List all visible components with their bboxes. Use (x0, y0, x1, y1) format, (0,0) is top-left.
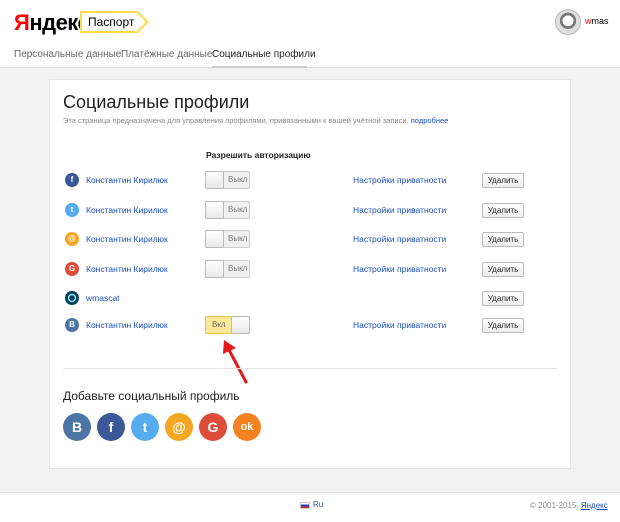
active-tab-indicator (212, 66, 307, 68)
footer: Ru © 2001-2015, Яндекс (0, 492, 620, 522)
auth-toggle[interactable]: Выкл (205, 260, 250, 278)
privacy-settings-link[interactable]: Настройки приватности (353, 175, 446, 185)
privacy-settings-link[interactable]: Настройки приватности (353, 264, 446, 274)
profile-name-link[interactable]: Константин Кирилюк (86, 264, 168, 274)
auth-toggle[interactable]: Выкл (205, 171, 250, 189)
profile-row-twitter: t Константин Кирилюк Выкл Настройки прив… (0, 200, 620, 220)
profile-name-link[interactable]: Константин Кирилюк (86, 320, 168, 330)
auth-toggle[interactable]: Выкл (205, 201, 250, 219)
facebook-icon[interactable]: f (97, 413, 125, 441)
facebook-icon: f (65, 173, 79, 187)
delete-button[interactable]: Удалить (482, 318, 524, 333)
toggle-knob[interactable] (205, 171, 224, 189)
profile-name-link[interactable]: Константин Кирилюк (86, 234, 168, 244)
username[interactable]: wmas (585, 16, 609, 26)
allow-auth-column-header: Разрешить авторизацию (206, 150, 311, 160)
profile-row-google: G Константин Кирилюк Выкл Настройки прив… (0, 259, 620, 279)
toggle-knob[interactable] (231, 316, 250, 334)
livejournal-icon (65, 291, 79, 305)
copyright: © 2001-2015, Яндекс (530, 501, 608, 510)
delete-button[interactable]: Удалить (482, 291, 524, 306)
delete-button[interactable]: Удалить (482, 262, 524, 277)
page-subtitle: Эта страница предназначена для управлени… (63, 116, 449, 125)
delete-button[interactable]: Удалить (482, 232, 524, 247)
annotation-arrow-icon (223, 340, 248, 384)
language-switch[interactable]: Ru (313, 500, 323, 509)
yandex-link[interactable]: Яндекс (581, 501, 608, 510)
yandex-logo[interactable]: Яндекс (14, 10, 90, 36)
toggle-knob[interactable] (205, 260, 224, 278)
vk-icon: B (65, 318, 79, 332)
tab-personal-data[interactable]: Персональные данные (14, 49, 121, 60)
add-social-profile-title: Добавьте социальный профиль (63, 389, 240, 403)
avatar[interactable] (555, 9, 581, 35)
vk-icon[interactable]: B (63, 413, 91, 441)
privacy-settings-link[interactable]: Настройки приватности (353, 205, 446, 215)
page-title: Социальные профили (63, 92, 250, 112)
tabs-bar: Персональные данные Платёжные данные Соц… (0, 42, 620, 68)
profile-row-livejournal: wmascat Удалить (0, 288, 620, 308)
twitter-icon[interactable]: t (131, 413, 159, 441)
delete-button[interactable]: Удалить (482, 173, 524, 188)
odnoklassniki-icon[interactable]: ok (233, 413, 261, 441)
tab-social-profiles[interactable]: Социальные профили (212, 49, 316, 60)
auth-toggle[interactable]: Вкл (205, 316, 250, 334)
toggle-knob[interactable] (205, 230, 224, 248)
google-icon[interactable]: G (199, 413, 227, 441)
privacy-settings-link[interactable]: Настройки приватности (353, 234, 446, 244)
more-link[interactable]: подробнее (411, 116, 449, 125)
mailru-icon[interactable]: @ (165, 413, 193, 441)
profile-name-link[interactable]: Константин Кирилюк (86, 175, 168, 185)
section-divider (63, 368, 557, 369)
profile-row-vkontakte: B Константин Кирилюк Вкл Настройки прива… (0, 315, 620, 335)
auth-toggle[interactable]: Выкл (205, 230, 250, 248)
tab-payment-data[interactable]: Платёжные данные (121, 49, 212, 60)
profile-name-link[interactable]: Константин Кирилюк (86, 205, 168, 215)
delete-button[interactable]: Удалить (482, 203, 524, 218)
passport-service-label[interactable]: Паспорт (80, 11, 149, 33)
russian-flag-icon (300, 502, 310, 509)
google-icon: G (65, 262, 79, 276)
top-header: Яндекс Паспорт wmas (0, 0, 620, 42)
toggle-knob[interactable] (205, 201, 224, 219)
mailru-icon: @ (65, 232, 79, 246)
profile-name-link[interactable]: wmascat (86, 293, 120, 303)
profile-row-facebook: f Константин Кирилюк Выкл Настройки прив… (0, 170, 620, 190)
profile-row-mailru: @ Константин Кирилюк Выкл Настройки прив… (0, 229, 620, 249)
twitter-icon: t (65, 203, 79, 217)
privacy-settings-link[interactable]: Настройки приватности (353, 320, 446, 330)
